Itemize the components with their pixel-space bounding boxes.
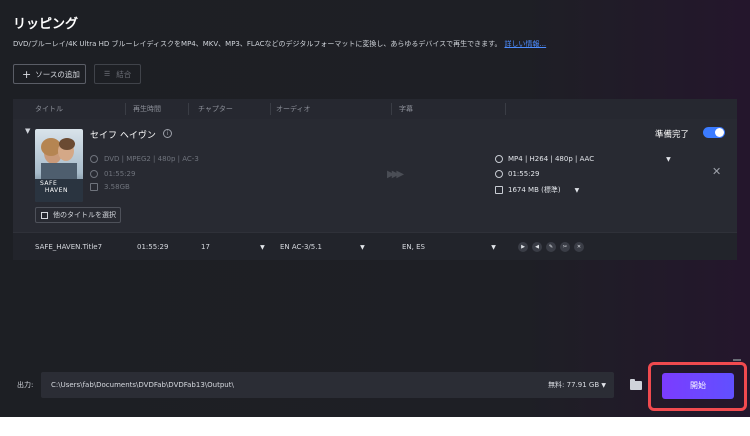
toggle-knob bbox=[715, 128, 724, 137]
free-space-dropdown[interactable]: 無料: 77.91 GB ▼ bbox=[548, 372, 606, 399]
ready-toggle[interactable] bbox=[703, 127, 725, 138]
row-action-icons: ▶ ◀ ✎ ✂ ✕ bbox=[518, 242, 584, 252]
disc-icon bbox=[90, 155, 98, 163]
start-button[interactable]: 開始 bbox=[662, 373, 734, 399]
select-other-label: 他のタイトルを選択 bbox=[53, 211, 116, 219]
header-divider bbox=[188, 103, 189, 115]
poster-title-text: SAFE HAVEN bbox=[40, 180, 68, 194]
output-duration-text: 01:55:29 bbox=[508, 170, 540, 178]
header-subtitles: 字幕 bbox=[399, 105, 413, 113]
chevron-down-icon: ▼ bbox=[260, 244, 265, 251]
folder-button[interactable] bbox=[626, 372, 648, 398]
source-format: DVD | MPEG2 | 480p | AC-3 bbox=[90, 155, 199, 163]
convert-arrows-icon: ▶▶▶ bbox=[387, 169, 404, 180]
settings-icon[interactable]: ◀ bbox=[532, 242, 542, 252]
chevron-down-icon: ▼ bbox=[666, 155, 671, 163]
more-info-link[interactable]: 詳しい情報... bbox=[504, 40, 546, 48]
header-divider bbox=[505, 103, 506, 115]
chapters-dropdown[interactable]: 17 ▼ bbox=[201, 233, 265, 261]
audio-value: EN AC-3/5.1 bbox=[280, 243, 322, 251]
title-detail-panel: ▼ SAFE HAVEN セイフ ヘイヴン i DVD | MPEG2 | 48… bbox=[13, 119, 737, 232]
table-row[interactable]: SAFE_HAVEN.Title7 01:55:29 17 ▼ EN AC-3/… bbox=[13, 232, 737, 260]
header-duration: 再生時間 bbox=[133, 105, 161, 113]
app-window: リッピング DVD/ブルーレイ/4K Ultra HD ブルーレイディスクをMP… bbox=[0, 0, 750, 417]
subtitles-dropdown[interactable]: EN, ES ▼ bbox=[402, 233, 496, 261]
free-space-text: 無料: 77.91 GB bbox=[548, 381, 600, 389]
source-duration: 01:55:29 bbox=[90, 170, 135, 178]
chevron-down-icon: ▼ bbox=[601, 382, 606, 389]
output-label: 出力: bbox=[17, 381, 34, 389]
remove-icon[interactable]: ✕ bbox=[574, 242, 584, 252]
chevron-down-icon: ▼ bbox=[360, 244, 365, 251]
cut-icon[interactable]: ✂ bbox=[560, 242, 570, 252]
play-icon[interactable]: ▶ bbox=[518, 242, 528, 252]
header-title: タイトル bbox=[35, 105, 63, 113]
title-name: SAFE_HAVEN.Title7 bbox=[35, 243, 103, 251]
merge-icon: ☰ bbox=[104, 70, 111, 78]
clock-icon bbox=[495, 170, 503, 178]
add-source-label: ソースの追加 bbox=[35, 69, 80, 79]
select-other-title-button[interactable]: 他のタイトルを選択 bbox=[35, 207, 121, 223]
storage-icon bbox=[90, 183, 98, 191]
ready-label: 準備完了 bbox=[655, 130, 690, 140]
profile-icon bbox=[495, 155, 503, 163]
list-icon bbox=[41, 211, 48, 219]
header-divider bbox=[270, 103, 271, 115]
storage-icon bbox=[495, 186, 503, 194]
output-duration: 01:55:29 bbox=[495, 170, 539, 178]
folder-icon bbox=[630, 379, 642, 390]
title-duration: 01:55:29 bbox=[137, 243, 169, 251]
output-path: C:\Users\fab\Documents\DVDFab\DVDFab13\O… bbox=[51, 381, 234, 389]
source-duration-text: 01:55:29 bbox=[104, 170, 136, 178]
page-description: DVD/ブルーレイ/4K Ultra HD ブルーレイディスクをMP4、MKV、… bbox=[13, 39, 546, 49]
table-header: タイトル 再生時間 チャプター オーディオ 字幕 bbox=[13, 99, 737, 119]
clock-icon bbox=[90, 170, 98, 178]
plus-icon: + bbox=[22, 67, 32, 81]
chevron-down-icon: ▼ bbox=[491, 244, 496, 251]
merge-button[interactable]: ☰ 結合 bbox=[94, 64, 141, 84]
source-format-text: DVD | MPEG2 | 480p | AC-3 bbox=[104, 155, 199, 163]
chapters-value: 17 bbox=[201, 243, 210, 251]
header-audio: オーディオ bbox=[276, 105, 311, 113]
minimize-indicator bbox=[733, 359, 741, 361]
merge-label: 結合 bbox=[116, 69, 132, 79]
movie-title: セイフ ヘイヴン bbox=[90, 131, 156, 141]
subtitles-value: EN, ES bbox=[402, 243, 425, 251]
source-size-text: 3.58GB bbox=[104, 183, 130, 191]
add-source-button[interactable]: + ソースの追加 bbox=[13, 64, 86, 84]
header-divider bbox=[391, 103, 392, 115]
output-profile-text: MP4 | H264 | 480p | AAC bbox=[508, 155, 595, 163]
source-size: 3.58GB bbox=[90, 183, 130, 191]
edit-icon[interactable]: ✎ bbox=[546, 242, 556, 252]
description-text: DVD/ブルーレイ/4K Ultra HD ブルーレイディスクをMP4、MKV、… bbox=[13, 40, 502, 48]
movie-poster: SAFE HAVEN bbox=[35, 129, 83, 202]
chevron-down-icon: ▼ bbox=[574, 186, 580, 194]
output-profile-dropdown[interactable]: MP4 | H264 | 480p | AAC ▼ bbox=[495, 155, 671, 163]
close-icon[interactable]: ✕ bbox=[712, 165, 721, 178]
output-size-dropdown[interactable]: 1674 MB (標準) ▼ bbox=[495, 185, 579, 195]
output-size-text: 1674 MB (標準) bbox=[508, 186, 561, 194]
output-path-field[interactable]: C:\Users\fab\Documents\DVDFab\DVDFab13\O… bbox=[41, 372, 614, 398]
collapse-caret-icon[interactable]: ▼ bbox=[25, 127, 30, 135]
info-icon[interactable]: i bbox=[163, 129, 172, 138]
header-chapters: チャプター bbox=[198, 105, 233, 113]
audio-dropdown[interactable]: EN AC-3/5.1 ▼ bbox=[280, 233, 365, 261]
header-divider bbox=[125, 103, 126, 115]
page-title: リッピング bbox=[13, 17, 79, 32]
